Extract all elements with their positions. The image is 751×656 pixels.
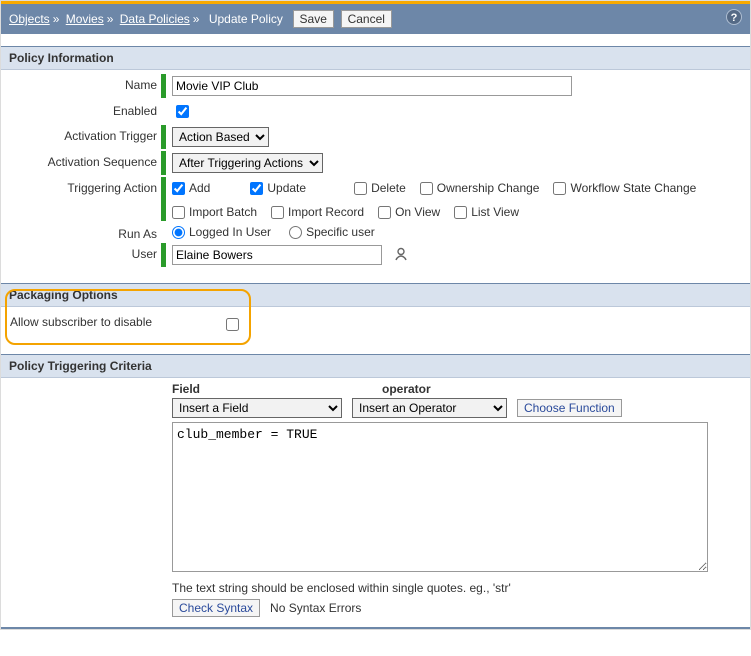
user-input[interactable] xyxy=(172,245,382,265)
allow-subscriber-label: Allow subscriber to disable xyxy=(10,315,152,329)
breadcrumb-objects[interactable]: Objects xyxy=(9,12,50,26)
criteria-field-label: Field xyxy=(172,382,382,396)
save-button[interactable]: Save xyxy=(293,10,334,28)
triggering-action-label: Triggering Action xyxy=(1,177,161,195)
check-syntax-button[interactable]: Check Syntax xyxy=(172,599,260,617)
run-as-specific-radio[interactable] xyxy=(289,226,302,239)
criteria-operator-label: operator xyxy=(382,382,552,396)
criteria-hint: The text string should be enclosed withi… xyxy=(172,581,742,595)
activation-sequence-label: Activation Sequence xyxy=(1,151,161,169)
section-policy-information: Policy Information xyxy=(1,46,750,70)
breadcrumb: Objects» Movies» Data Policies» Update P… xyxy=(9,12,286,26)
user-label: User xyxy=(1,243,161,261)
name-input[interactable] xyxy=(172,76,572,96)
action-import-batch-checkbox[interactable] xyxy=(172,206,185,219)
help-icon[interactable]: ? xyxy=(726,9,742,25)
action-workflow-state-change-checkbox[interactable] xyxy=(553,182,566,195)
action-on-view-checkbox[interactable] xyxy=(378,206,391,219)
action-workflow-state-change-label: Workflow State Change xyxy=(570,181,696,195)
cancel-button[interactable]: Cancel xyxy=(341,10,392,28)
action-add-checkbox[interactable] xyxy=(172,182,185,195)
breadcrumb-data-policies[interactable]: Data Policies xyxy=(120,12,190,26)
activation-sequence-select[interactable]: After Triggering Actions xyxy=(172,153,323,173)
criteria-expression-textarea[interactable] xyxy=(172,422,708,572)
run-as-logged-in-radio[interactable] xyxy=(172,226,185,239)
action-list-view-checkbox[interactable] xyxy=(454,206,467,219)
section-packaging-options: Packaging Options xyxy=(1,283,750,307)
activation-trigger-select[interactable]: Action Based xyxy=(172,127,269,147)
action-import-batch-label: Import Batch xyxy=(189,205,257,219)
user-lookup-icon[interactable] xyxy=(393,246,409,265)
action-delete-checkbox[interactable] xyxy=(354,182,367,195)
action-update-label: Update xyxy=(267,181,306,195)
syntax-result: No Syntax Errors xyxy=(270,601,361,615)
name-label: Name xyxy=(1,74,161,92)
action-delete-label: Delete xyxy=(371,181,406,195)
action-on-view-label: On View xyxy=(395,205,440,219)
action-ownership-change-label: Ownership Change xyxy=(437,181,540,195)
page-header: Objects» Movies» Data Policies» Update P… xyxy=(1,4,750,34)
activation-trigger-label: Activation Trigger xyxy=(1,125,161,143)
criteria-field-select[interactable]: Insert a Field xyxy=(172,398,342,418)
action-list-view-label: List View xyxy=(471,205,519,219)
enabled-checkbox[interactable] xyxy=(176,105,189,118)
action-update-checkbox[interactable] xyxy=(250,182,263,195)
criteria-operator-select[interactable]: Insert an Operator xyxy=(352,398,507,418)
run-as-logged-in-label: Logged In User xyxy=(189,225,271,239)
run-as-label: Run As xyxy=(1,223,161,241)
action-add-label: Add xyxy=(189,181,210,195)
section-policy-triggering-criteria: Policy Triggering Criteria xyxy=(1,354,750,378)
breadcrumb-movies[interactable]: Movies xyxy=(66,12,104,26)
choose-function-button[interactable]: Choose Function xyxy=(517,399,622,417)
action-import-record-label: Import Record xyxy=(288,205,364,219)
allow-subscriber-checkbox[interactable] xyxy=(226,318,239,331)
run-as-specific-label: Specific user xyxy=(306,225,375,239)
action-ownership-change-checkbox[interactable] xyxy=(420,182,433,195)
action-import-record-checkbox[interactable] xyxy=(271,206,284,219)
breadcrumb-current: Update Policy xyxy=(209,12,283,26)
enabled-label: Enabled xyxy=(1,100,161,118)
